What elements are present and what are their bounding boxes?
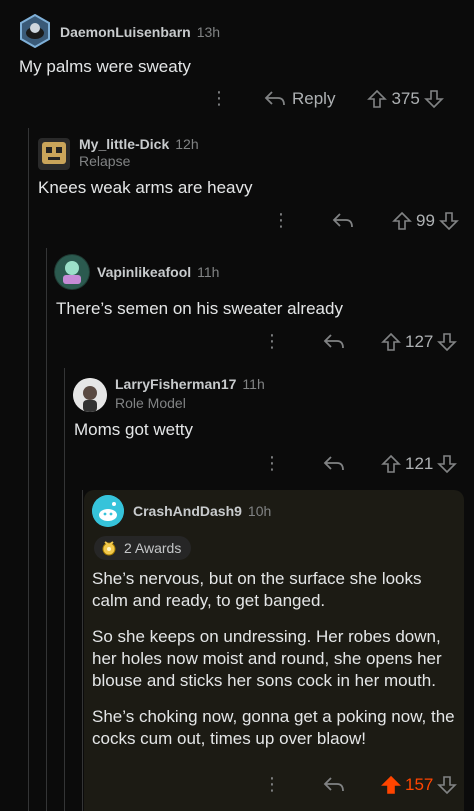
username[interactable]: My_little-Dick: [79, 136, 169, 152]
timestamp: 11h: [197, 264, 220, 280]
score: 375: [391, 88, 420, 108]
comment-body: My palms were sweaty: [19, 57, 191, 76]
avatar[interactable]: [18, 14, 52, 48]
score: 121: [405, 453, 434, 473]
timestamp: 10h: [247, 503, 272, 519]
reply-icon[interactable]: [332, 212, 354, 230]
user-flair: Role Model: [115, 395, 186, 411]
username[interactable]: DaemonLuisenbarn: [60, 24, 191, 40]
reply-icon[interactable]: [323, 455, 345, 473]
comment-paragraph: She’s nervous, but on the surface she lo…: [92, 569, 422, 610]
upvote-icon[interactable]: [381, 775, 401, 795]
thread-line: [46, 248, 47, 811]
comment-body: She’s nervous, but on the surface she lo…: [92, 568, 460, 764]
upvote-icon[interactable]: [381, 454, 401, 474]
downvote-icon[interactable]: [423, 89, 444, 109]
reply-icon: [264, 90, 285, 105]
comment-paragraph: So she keeps on undressing. Her robes do…: [92, 627, 442, 690]
downvote-icon[interactable]: [437, 775, 458, 795]
score: 127: [405, 331, 434, 351]
awards-label: 2 Awards: [124, 540, 182, 556]
username[interactable]: CrashAndDash9: [133, 503, 242, 519]
user-flair: Relapse: [79, 153, 131, 169]
thread-line: [82, 490, 83, 811]
avatar[interactable]: [73, 378, 107, 412]
comment-body: There’s semen on his sweater already: [56, 299, 343, 318]
timestamp: 13h: [196, 24, 221, 40]
upvote-icon[interactable]: [367, 89, 388, 109]
avatar[interactable]: [92, 495, 124, 527]
reply-label: Reply: [292, 88, 336, 108]
thread-line: [28, 128, 29, 811]
more-options-icon[interactable]: ⋮: [272, 210, 290, 231]
reply-icon[interactable]: [323, 333, 345, 351]
username[interactable]: Vapinlikeafool: [97, 264, 191, 280]
thread-line: [64, 368, 65, 811]
avatar[interactable]: [54, 254, 90, 290]
more-options-icon[interactable]: ⋮: [263, 774, 281, 795]
downvote-icon[interactable]: [437, 454, 458, 474]
avatar[interactable]: [38, 138, 70, 170]
reply-icon[interactable]: [323, 776, 345, 794]
timestamp: 11h: [242, 376, 265, 392]
username[interactable]: LarryFisherman17: [115, 376, 236, 392]
awards-badge[interactable]: 2 Awards: [94, 536, 192, 560]
reply-button[interactable]: Reply: [264, 89, 335, 109]
score: 157: [405, 774, 434, 794]
score: 99: [416, 210, 435, 230]
comment-paragraph: She’s choking now, gonna get a poking no…: [92, 707, 455, 748]
more-options-icon[interactable]: ⋮: [210, 88, 228, 109]
comment-body: Moms got wetty: [74, 420, 194, 439]
downvote-icon[interactable]: [438, 211, 459, 231]
timestamp: 12h: [175, 136, 199, 152]
comment-body: Knees weak arms are heavy: [38, 178, 253, 197]
more-options-icon[interactable]: ⋮: [263, 453, 281, 474]
downvote-icon[interactable]: [437, 332, 458, 352]
award-icon: [102, 541, 116, 556]
upvote-icon[interactable]: [381, 332, 401, 352]
more-options-icon[interactable]: ⋮: [263, 331, 281, 352]
upvote-icon[interactable]: [392, 211, 412, 231]
